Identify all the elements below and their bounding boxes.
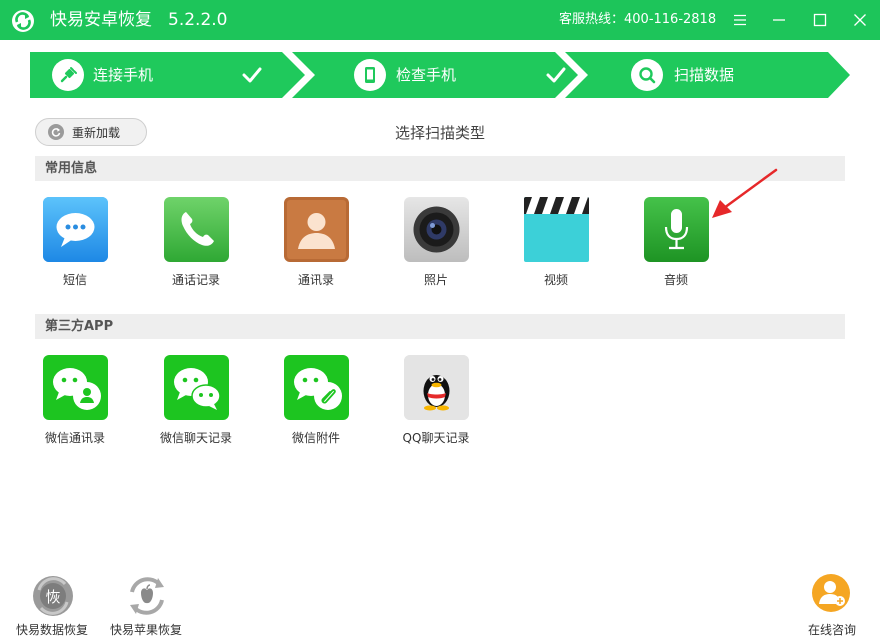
camera-icon [404,197,469,262]
magnifier-icon [631,59,663,91]
wechat-chat-icon [164,355,229,420]
menu-button[interactable] [729,9,751,31]
apple-recovery-icon [125,574,169,618]
consult-icon [810,572,854,616]
plug-icon [52,59,84,91]
app-version: 5.2.2.0 [168,10,228,30]
scan-item-label: 短信 [62,273,87,287]
minimize-button[interactable] [768,9,790,31]
contacts-icon [284,197,349,262]
reload-button[interactable]: 重新加载 [35,118,147,146]
step-label: 连接手机 [93,66,154,84]
pointer-arrow-icon [712,168,778,218]
step-label: 扫描数据 [674,66,735,84]
svg-text:恢: 恢 [45,588,60,606]
apple-recovery-label: 快易苹果恢复 [109,623,182,637]
scan-item-label: 照片 [423,273,448,287]
reload-label: 重新加载 [72,126,121,140]
section-header-third-party: 第三方APP [35,314,845,339]
check-icon [242,67,262,83]
sms-icon [43,197,108,262]
phone-icon [354,59,386,91]
close-button[interactable] [849,9,871,31]
scan-item-contacts[interactable]: 通讯录 [266,197,366,297]
minimize-icon [773,19,785,21]
section-title: 常用信息 [45,161,98,176]
check-icon [546,67,566,83]
title-bar: 快易安卓恢复 5.2.2.0 客服热线：400-116-2818 [0,0,880,40]
scan-item-label: 微信附件 [291,431,340,445]
step-connect-phone: 连接手机 [30,52,290,98]
customer-hotline: 客服热线：400-116-2818 [559,12,717,27]
app-title: 快易安卓恢复 [50,10,152,30]
scan-item-label: 微信通讯录 [44,431,105,445]
online-consult-link[interactable]: 在线咨询 [787,574,877,638]
apple-recovery-link[interactable]: 快易苹果恢复 [101,574,191,638]
app-logo-icon [12,10,34,32]
step-check-phone: 检查手机 [292,52,566,98]
qq-icon [404,355,469,420]
scan-item-wechat-contacts[interactable]: 微信通讯录 [25,355,125,455]
scan-item-label: 音频 [663,273,688,287]
data-recovery-icon: 恢 [31,574,75,618]
scan-item-sms[interactable]: 短信 [25,197,125,297]
scan-item-video[interactable]: 视频 [506,197,606,297]
scan-item-label: 通讯录 [297,273,334,287]
video-icon [524,197,589,262]
scan-item-label: 微信聊天记录 [159,431,232,445]
maximize-button[interactable] [809,9,831,31]
step-scan-data: 扫描数据 [565,52,850,98]
close-icon [854,14,866,26]
scan-item-label: 视频 [543,273,568,287]
menu-icon [734,14,746,26]
wechat-attachment-icon [284,355,349,420]
consult-label: 在线咨询 [807,623,856,637]
section-title: 第三方APP [45,319,114,334]
data-recovery-label: 快易数据恢复 [15,623,88,637]
microphone-icon [644,197,709,262]
scan-item-wechat-chat[interactable]: 微信聊天记录 [146,355,246,455]
step-label: 检查手机 [396,66,457,84]
scan-item-wechat-attachment[interactable]: 微信附件 [266,355,366,455]
scan-item-qq-chat[interactable]: QQ聊天记录 [386,355,486,455]
scan-item-label: QQ聊天记录 [402,431,470,445]
call-log-icon [164,197,229,262]
refresh-icon [48,124,64,140]
progress-stepper: 连接手机 检查手机 扫描数据 [30,52,850,98]
data-recovery-link[interactable]: 恢 快易数据恢复 [7,574,97,638]
scan-item-call-log[interactable]: 通话记录 [146,197,246,297]
scan-item-label: 通话记录 [171,273,220,287]
scan-type-title: 选择扫描类型 [394,124,485,142]
maximize-icon [813,13,827,27]
scan-item-photos[interactable]: 照片 [386,197,486,297]
wechat-contacts-icon [43,355,108,420]
